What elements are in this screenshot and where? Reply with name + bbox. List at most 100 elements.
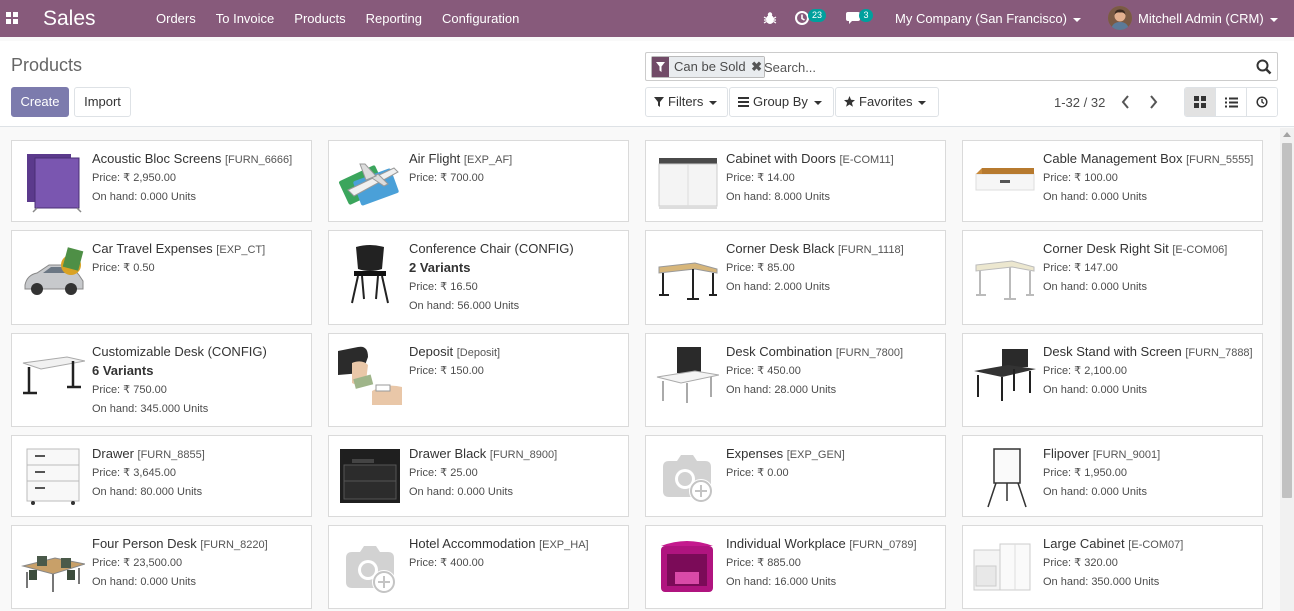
- chevron-down-icon: [1269, 17, 1278, 22]
- product-card[interactable]: Individual Workplace [FURN_0789] Price: ₹…: [645, 525, 946, 609]
- user-name: Mitchell Admin (CRM): [1138, 11, 1264, 26]
- grid-icon: [1194, 96, 1206, 108]
- messages-count-badge: 3: [859, 9, 873, 22]
- product-name: Cabinet with Doors [E-COM11]: [726, 151, 939, 168]
- product-name-text: Corner Desk Right Sit: [1043, 241, 1169, 256]
- product-on-hand: On hand: 345.000 Units: [92, 403, 209, 415]
- product-image: [663, 455, 713, 503]
- import-button[interactable]: Import: [74, 87, 131, 117]
- product-card[interactable]: Large Cabinet [E-COM07] Price: ₹ 320.00 On…: [962, 525, 1263, 609]
- product-name: Deposit [Deposit]: [409, 344, 622, 361]
- product-price: Price: ₹ 450.00: [726, 365, 801, 377]
- product-card[interactable]: Deposit [Deposit] Price: ₹ 150.00: [328, 333, 629, 427]
- scrollbar[interactable]: [1280, 128, 1294, 611]
- product-ref: [E-COM07]: [1128, 539, 1184, 551]
- product-card[interactable]: Conference Chair (CONFIG) 2 Variants Price…: [328, 230, 629, 325]
- product-card[interactable]: Car Travel Expenses [EXP_CT] Price: ₹ 0.5…: [11, 230, 312, 325]
- product-card[interactable]: Acoustic Bloc Screens [FURN_6666] Price: …: [11, 140, 312, 222]
- product-card[interactable]: Drawer Black [FURN_8900] Price: ₹ 25.00 On…: [328, 435, 629, 517]
- product-name-text: Customizable Desk (CONFIG): [92, 344, 267, 359]
- search-input[interactable]: [764, 57, 1244, 77]
- company-switcher[interactable]: My Company (San Francisco): [895, 0, 1081, 37]
- product-card[interactable]: Desk Stand with Screen [FURN_7888] Price:…: [962, 333, 1263, 427]
- product-name-text: Desk Combination: [726, 344, 833, 359]
- product-price: Price: ₹ 147.00: [1043, 262, 1118, 274]
- product-card[interactable]: Four Person Desk [FURN_8220] Price: ₹ 23,…: [11, 525, 312, 609]
- menu-item-orders[interactable]: Orders: [146, 0, 206, 37]
- product-ref: [EXP_GEN]: [786, 449, 845, 461]
- facet-remove-icon[interactable]: ✖: [749, 57, 764, 77]
- kanban-view-button[interactable]: [1185, 88, 1215, 116]
- search-box: Can be Sold ✖: [645, 52, 1278, 81]
- menu-item-reporting[interactable]: Reporting: [356, 0, 432, 37]
- menu-item-configuration[interactable]: Configuration: [432, 0, 529, 37]
- product-on-hand: On hand: 0.000 Units: [1043, 486, 1147, 498]
- bars-icon: [738, 96, 749, 107]
- product-name-text: Drawer: [92, 446, 134, 461]
- scroll-thumb[interactable]: [1282, 143, 1292, 498]
- product-card[interactable]: Cable Management Box [FURN_5555] Price: ₹…: [962, 140, 1263, 222]
- product-card[interactable]: Cabinet with Doors [E-COM11] Price: ₹ 14.…: [645, 140, 946, 222]
- menu-item-products[interactable]: Products: [284, 0, 355, 37]
- product-card[interactable]: Corner Desk Black [FURN_1118] Price: ₹ 85…: [645, 230, 946, 325]
- favorites-dropdown[interactable]: Favorites: [835, 87, 939, 117]
- menu-item-to-invoice[interactable]: To Invoice: [206, 0, 285, 37]
- product-name: Desk Combination [FURN_7800]: [726, 344, 939, 361]
- product-price: Price: ₹ 16.50: [409, 281, 478, 293]
- user-menu[interactable]: Mitchell Admin (CRM): [1138, 0, 1278, 37]
- debug-bug-icon[interactable]: [763, 11, 777, 25]
- search-icon[interactable]: [1256, 59, 1272, 75]
- product-card[interactable]: Drawer [FURN_8855] Price: ₹ 3,645.00 On ha…: [11, 435, 312, 517]
- product-card[interactable]: Hotel Accommodation [EXP_HA] Price: ₹ 400…: [328, 525, 629, 609]
- group-by-dropdown[interactable]: Group By: [729, 87, 834, 117]
- product-image: [27, 154, 82, 213]
- chevron-left-icon[interactable]: [1119, 93, 1133, 111]
- product-price: Price: ₹ 25.00: [409, 467, 478, 479]
- product-price: Price: ₹ 750.00: [92, 384, 167, 396]
- product-ref: [E-COM06]: [1172, 244, 1228, 256]
- product-card[interactable]: Expenses [EXP_GEN] Price: ₹ 0.00: [645, 435, 946, 517]
- top-navbar: Sales Orders To Invoice Products Reporti…: [0, 0, 1294, 37]
- product-price: Price: ₹ 700.00: [409, 172, 484, 184]
- filters-dropdown[interactable]: Filters: [645, 87, 728, 117]
- chevron-right-icon[interactable]: [1146, 93, 1160, 111]
- product-price: Price: ₹ 320.00: [1043, 557, 1118, 569]
- main-menu: Orders To Invoice Products Reporting Con…: [146, 0, 529, 37]
- search-facet: Can be Sold ✖: [651, 56, 765, 78]
- product-name-text: Flipover: [1043, 446, 1090, 461]
- facet-label: Can be Sold: [669, 57, 750, 77]
- list-view-button[interactable]: [1215, 88, 1246, 116]
- product-card[interactable]: Desk Combination [FURN_7800] Price: ₹ 450…: [645, 333, 946, 427]
- product-card[interactable]: Air Flight [EXP_AF] Price: ₹ 700.00: [328, 140, 629, 222]
- product-name: Corner Desk Black [FURN_1118]: [726, 241, 939, 258]
- app-name[interactable]: Sales: [43, 7, 96, 31]
- product-price: Price: ₹ 85.00: [726, 262, 795, 274]
- product-card[interactable]: Corner Desk Right Sit [E-COM06] Price: ₹ …: [962, 230, 1263, 325]
- product-on-hand: On hand: 0.000 Units: [92, 576, 196, 588]
- card-body: Hotel Accommodation [EXP_HA] Price: ₹ 400…: [409, 536, 622, 573]
- activity-view-button[interactable]: [1246, 88, 1277, 116]
- product-image: [21, 556, 85, 592]
- product-ref: [FURN_8220]: [200, 539, 268, 551]
- product-price: Price: ₹ 150.00: [409, 365, 484, 377]
- product-card[interactable]: Customizable Desk (CONFIG) 6 Variants Pric…: [11, 333, 312, 427]
- product-name: Drawer Black [FURN_8900]: [409, 446, 622, 463]
- product-card[interactable]: Flipover [FURN_9001] Price: ₹ 1,950.00 On …: [962, 435, 1263, 517]
- product-name-text: Acoustic Bloc Screens: [92, 151, 222, 166]
- product-name: Four Person Desk [FURN_8220]: [92, 536, 305, 553]
- product-name: Desk Stand with Screen [FURN_7888]: [1043, 344, 1256, 361]
- apps-menu-icon[interactable]: [6, 12, 18, 24]
- product-price: Price: ₹ 0.50: [92, 262, 155, 274]
- product-name-text: Hotel Accommodation: [409, 536, 536, 551]
- scroll-up-arrow[interactable]: [1283, 132, 1291, 137]
- product-on-hand: On hand: 0.000 Units: [92, 191, 196, 203]
- product-name: Hotel Accommodation [EXP_HA]: [409, 536, 622, 553]
- product-name-text: Desk Stand with Screen: [1043, 344, 1182, 359]
- product-price: Price: ₹ 1,950.00: [1043, 467, 1128, 479]
- create-button[interactable]: Create: [11, 87, 69, 117]
- card-body: Desk Stand with Screen [FURN_7888] Price:…: [1043, 344, 1256, 400]
- pager-value[interactable]: 1-32 / 32: [1054, 95, 1105, 110]
- product-image: [658, 262, 718, 300]
- chevron-down-icon: [1072, 17, 1081, 22]
- user-avatar[interactable]: [1108, 6, 1132, 30]
